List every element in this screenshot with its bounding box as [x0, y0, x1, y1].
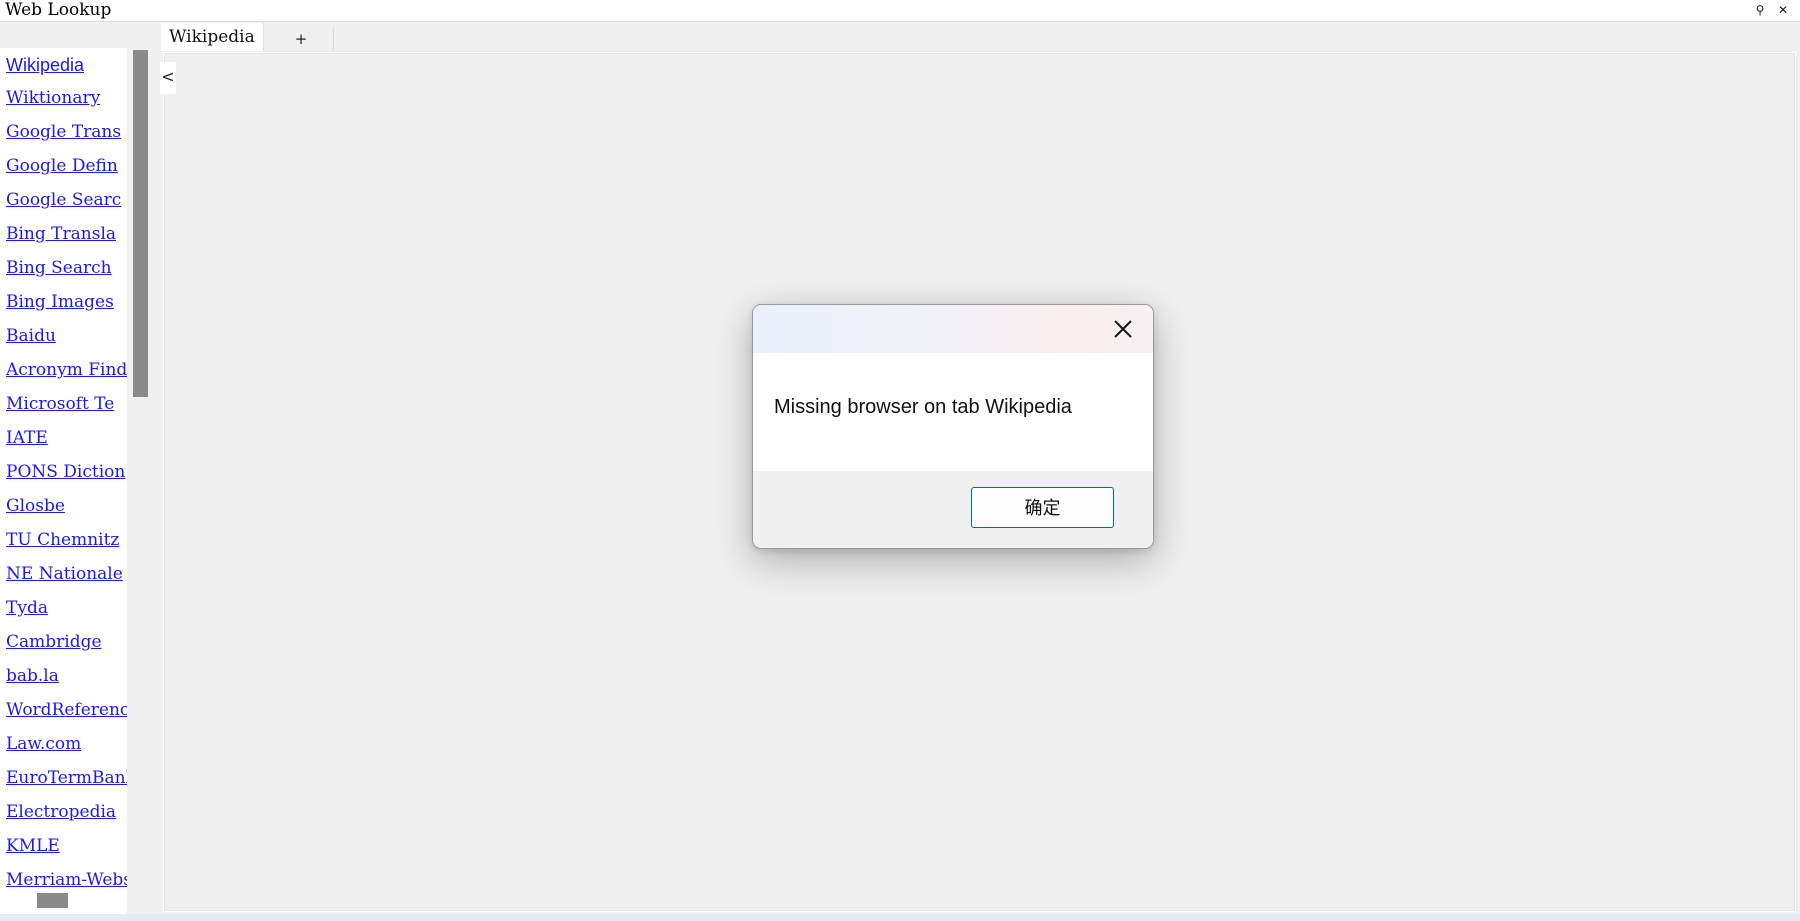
title-bar: Web Lookup ⚲ ✕ — [0, 0, 1800, 22]
sidebar-item-acronym-finder[interactable]: Acronym Find — [6, 359, 127, 381]
sidebar-item-electropedia[interactable]: Electropedia — [6, 801, 127, 823]
sidebar-item-microsoft-terminology[interactable]: Microsoft Te — [6, 393, 127, 415]
message-dialog: Missing browser on tab Wikipedia 确定 — [752, 304, 1154, 549]
sidebar-item-cambridge[interactable]: Cambridge — [6, 631, 127, 653]
sidebar-item-law-com[interactable]: Law.com — [6, 733, 127, 755]
sidebar-item-wiktionary[interactable]: Wiktionary — [6, 87, 127, 109]
sidebar-item-google-search[interactable]: Google Searc — [6, 189, 127, 211]
sidebar: Wikipedia Wiktionary Google Trans Google… — [0, 22, 162, 916]
sidebar-item-wikipedia[interactable]: Wikipedia — [6, 54, 127, 76]
pin-icon[interactable]: ⚲ — [1752, 2, 1768, 18]
sidebar-item-iate[interactable]: IATE — [6, 427, 127, 449]
sidebar-item-glosbe[interactable]: Glosbe — [6, 495, 127, 517]
sidebar-item-bing-search[interactable]: Bing Search — [6, 257, 127, 279]
sidebar-item-ne-nationalencyklopedin[interactable]: NE Nationale — [6, 563, 127, 585]
close-icon[interactable] — [1109, 315, 1137, 343]
tab-bar: Wikipedia + — [161, 23, 1799, 53]
window-close-icon[interactable]: ✕ — [1775, 2, 1791, 18]
sidebar-item-eurotermbank[interactable]: EuroTermBank — [6, 767, 127, 789]
collapse-sidebar-button[interactable]: < — [160, 62, 176, 94]
sidebar-item-pons-dictionary[interactable]: PONS Diction — [6, 461, 127, 483]
sidebar-item-tyda[interactable]: Tyda — [6, 597, 127, 619]
ok-button[interactable]: 确定 — [971, 487, 1114, 528]
dialog-message: Missing browser on tab Wikipedia — [774, 396, 1072, 418]
sidebar-item-wordreference[interactable]: WordReferenc — [6, 699, 127, 721]
sidebar-item-bing-images[interactable]: Bing Images — [6, 291, 127, 313]
add-tab-button[interactable]: + — [269, 27, 334, 51]
sidebar-item-bab-la[interactable]: bab.la — [6, 665, 127, 687]
sidebar-item-kmle[interactable]: KMLE — [6, 835, 127, 857]
sidebar-item-bing-translate[interactable]: Bing Transla — [6, 223, 127, 245]
sidebar-item-google-define[interactable]: Google Defin — [6, 155, 127, 177]
vertical-scroll-thumb[interactable] — [133, 50, 148, 397]
window-bottom-edge — [0, 914, 1800, 921]
sidebar-item-baidu[interactable]: Baidu — [6, 325, 127, 347]
tab-wikipedia[interactable]: Wikipedia — [161, 23, 264, 51]
dialog-footer: 确定 — [753, 471, 1153, 548]
dialog-body: Missing browser on tab Wikipedia — [753, 353, 1153, 471]
window-title: Web Lookup — [5, 0, 112, 20]
app-window: Web Lookup ⚲ ✕ Wikipedia Wiktionary Goog… — [0, 0, 1800, 921]
sidebar-vertical-scrollbar[interactable] — [132, 50, 148, 914]
sidebar-link-list: Wikipedia Wiktionary Google Trans Google… — [0, 48, 127, 916]
horizontal-scroll-thumb[interactable] — [37, 893, 68, 908]
dialog-header — [753, 305, 1153, 353]
sidebar-item-merriam-webster[interactable]: Merriam-Webs — [6, 869, 127, 891]
sidebar-item-google-translate[interactable]: Google Trans — [6, 121, 127, 143]
sidebar-item-tu-chemnitz[interactable]: TU Chemnitz — [6, 529, 127, 551]
